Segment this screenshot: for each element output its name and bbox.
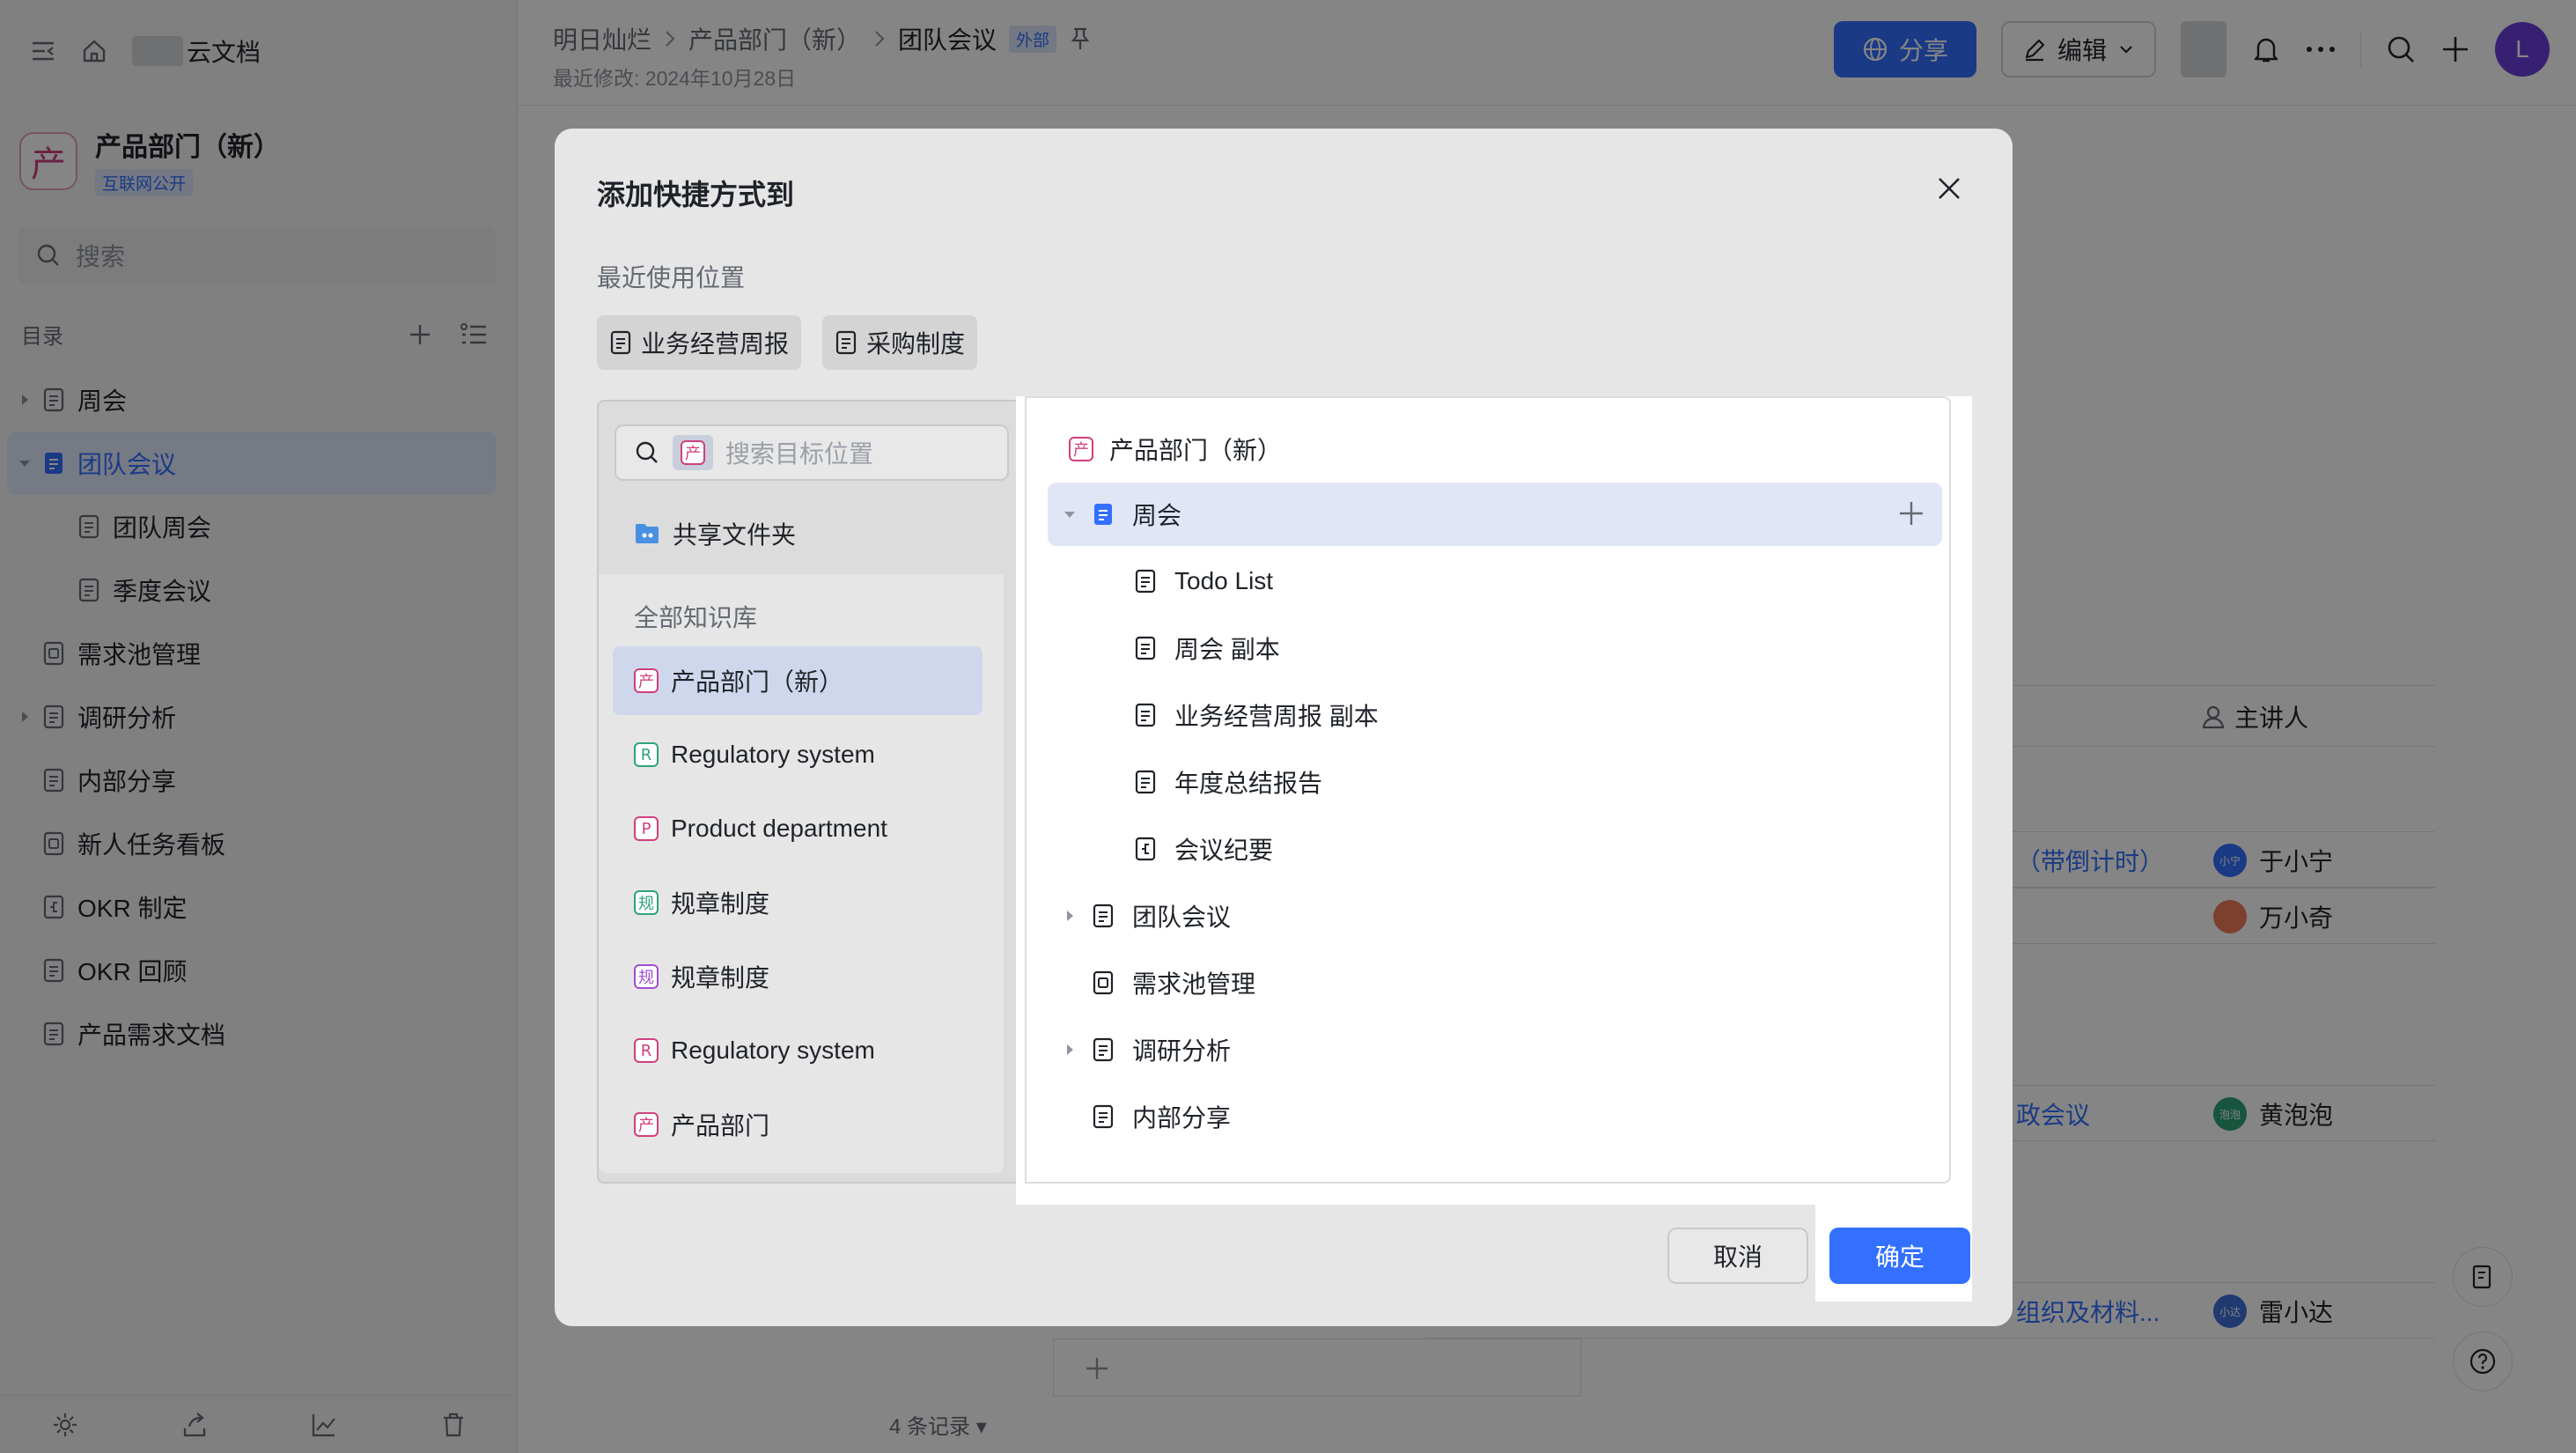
location-tree-item[interactable]: 需求池管理 [1048,951,1942,1014]
knowledge-base-item[interactable]: 规规章制度 [613,868,983,937]
location-tree-item[interactable]: Todo List [1048,549,1942,613]
knowledge-base-item[interactable]: 规规章制度 [613,942,983,1011]
mindmap-icon [1134,836,1157,862]
knowledge-base-item[interactable]: P Product department [613,794,983,863]
location-tree-item[interactable]: 周会 [1048,483,1942,546]
location-tree-item-label: 业务经营周报 副本 [1174,703,1379,730]
location-tree-item[interactable]: 团队会议 [1048,884,1942,948]
knowledge-base-badge-icon: R [634,1038,659,1063]
location-tree-item[interactable]: 内部分享 [1048,1085,1942,1148]
location-tree-item-label: Todo List [1174,567,1274,594]
tree-root[interactable]: 产 产品部门（新） [1069,431,1282,467]
location-tree-item[interactable]: 年度总结报告 [1048,750,1942,814]
dialog-title: 添加快捷方式到 [597,179,795,210]
confirm-button[interactable]: 确定 [1829,1228,1970,1284]
close-icon [1935,174,1963,203]
location-tree-item-label: 会议纪要 [1174,837,1274,864]
knowledge-base-badge-icon: 规 [634,964,659,989]
recent-location-chip[interactable]: 业务经营周报 [597,315,802,370]
location-tree-item-label: 需求池管理 [1132,970,1256,998]
doc-icon [1134,702,1157,728]
knowledge-base-badge-icon: P [634,816,659,841]
location-tree-item[interactable]: 周会 副本 [1048,616,1942,680]
location-tree-item[interactable]: 会议纪要 [1048,817,1942,881]
knowledge-base-badge-icon: 产 [634,668,659,693]
search-icon [634,439,660,466]
location-tree-pane: 产 产品部门（新） 周会 Todo List 周会 副本业务经营周报 副本 年度总结报… [1016,396,1972,1205]
doc-icon [835,329,857,356]
knowledge-base-item[interactable]: R Regulatory system [613,1016,983,1085]
location-tree-item-label: 团队会议 [1132,904,1232,931]
board-icon [1092,970,1115,996]
location-tree-item-label: 内部分享 [1132,1104,1232,1132]
knowledge-base-item[interactable]: R Regulatory system [613,720,983,789]
close-button[interactable] [1930,169,1969,208]
doc-icon [1134,635,1157,661]
knowledge-base-badge-icon: R [634,742,659,767]
caret-right-icon[interactable] [1048,908,1092,924]
space-badge-icon: 产 [1069,437,1093,461]
doc-icon [1092,501,1115,527]
location-tree-item-label: 年度总结报告 [1174,770,1323,797]
knowledge-base-label: Product department [671,815,887,842]
knowledge-base-label: 产品部门 [671,1112,770,1140]
cancel-button[interactable]: 取消 [1667,1228,1808,1284]
knowledge-base-label: 规章制度 [671,890,770,918]
location-tree-item-label: 调研分析 [1132,1037,1232,1065]
doc-icon [1092,903,1115,929]
knowledge-base-label: 规章制度 [671,964,770,992]
shared-folder-item[interactable]: 共享文件夹 [634,516,796,551]
location-source-pane: 产 搜索目标位置 共享文件夹 全部知识库 产产品部门（新） R Regulatory… [597,400,1019,1184]
doc-icon [1134,568,1157,594]
caret-right-icon[interactable] [1048,1042,1092,1058]
recent-location-chip[interactable]: 采购制度 [822,315,978,370]
doc-icon [609,329,632,356]
knowledge-base-label: 产品部门（新） [671,668,844,696]
knowledge-base-badge-icon: 规 [634,890,659,915]
add-here-icon[interactable] [1896,498,1926,528]
knowledge-base-item[interactable]: 产产品部门 [613,1090,983,1159]
all-knowledge-bases-label: 全部知识库 [634,604,758,631]
target-search-input[interactable]: 产 搜索目标位置 [615,424,1009,481]
location-tree-item-label: 周会 副本 [1174,636,1280,663]
knowledge-base-list: 产产品部门（新） R Regulatory system P Product depar… [613,646,983,1164]
knowledge-base-label: Regulatory system [671,1036,875,1064]
caret-down-icon[interactable] [1048,506,1092,522]
knowledge-base-item[interactable]: 产产品部门（新） [613,646,983,715]
recent-locations: 业务经营周报 采购制度 [597,315,978,370]
doc-icon [1134,769,1157,795]
target-search-placeholder: 搜索目标位置 [725,440,874,468]
location-tree-item-label: 周会 [1132,502,1182,529]
knowledge-base-badge-icon: 产 [634,1112,659,1137]
location-tree-frame: 产 产品部门（新） 周会 Todo List 周会 副本业务经营周报 副本 年度总结报… [1025,396,1951,1184]
knowledge-base-label: Regulatory system [671,741,875,768]
add-shortcut-dialog: 添加快捷方式到 最近使用位置 业务经营周报 采购制度 产 搜索目标位置 共享文件… [555,129,2013,1326]
doc-icon [1092,1103,1115,1130]
scope-badge[interactable]: 产 [673,435,713,470]
location-tree-item[interactable]: 调研分析 [1048,1018,1942,1081]
shared-folder-icon [634,522,660,545]
doc-icon [1092,1036,1115,1063]
location-tree-item[interactable]: 业务经营周报 副本 [1048,683,1942,747]
knowledge-base-list-container: 全部知识库 产产品部门（新） R Regulatory system P Product… [599,574,1004,1173]
location-tree: 周会 Todo List 周会 副本业务经营周报 副本 年度总结报告 会议纪要团队会议需… [1048,483,1942,1152]
recent-locations-label: 最近使用位置 [597,264,746,291]
